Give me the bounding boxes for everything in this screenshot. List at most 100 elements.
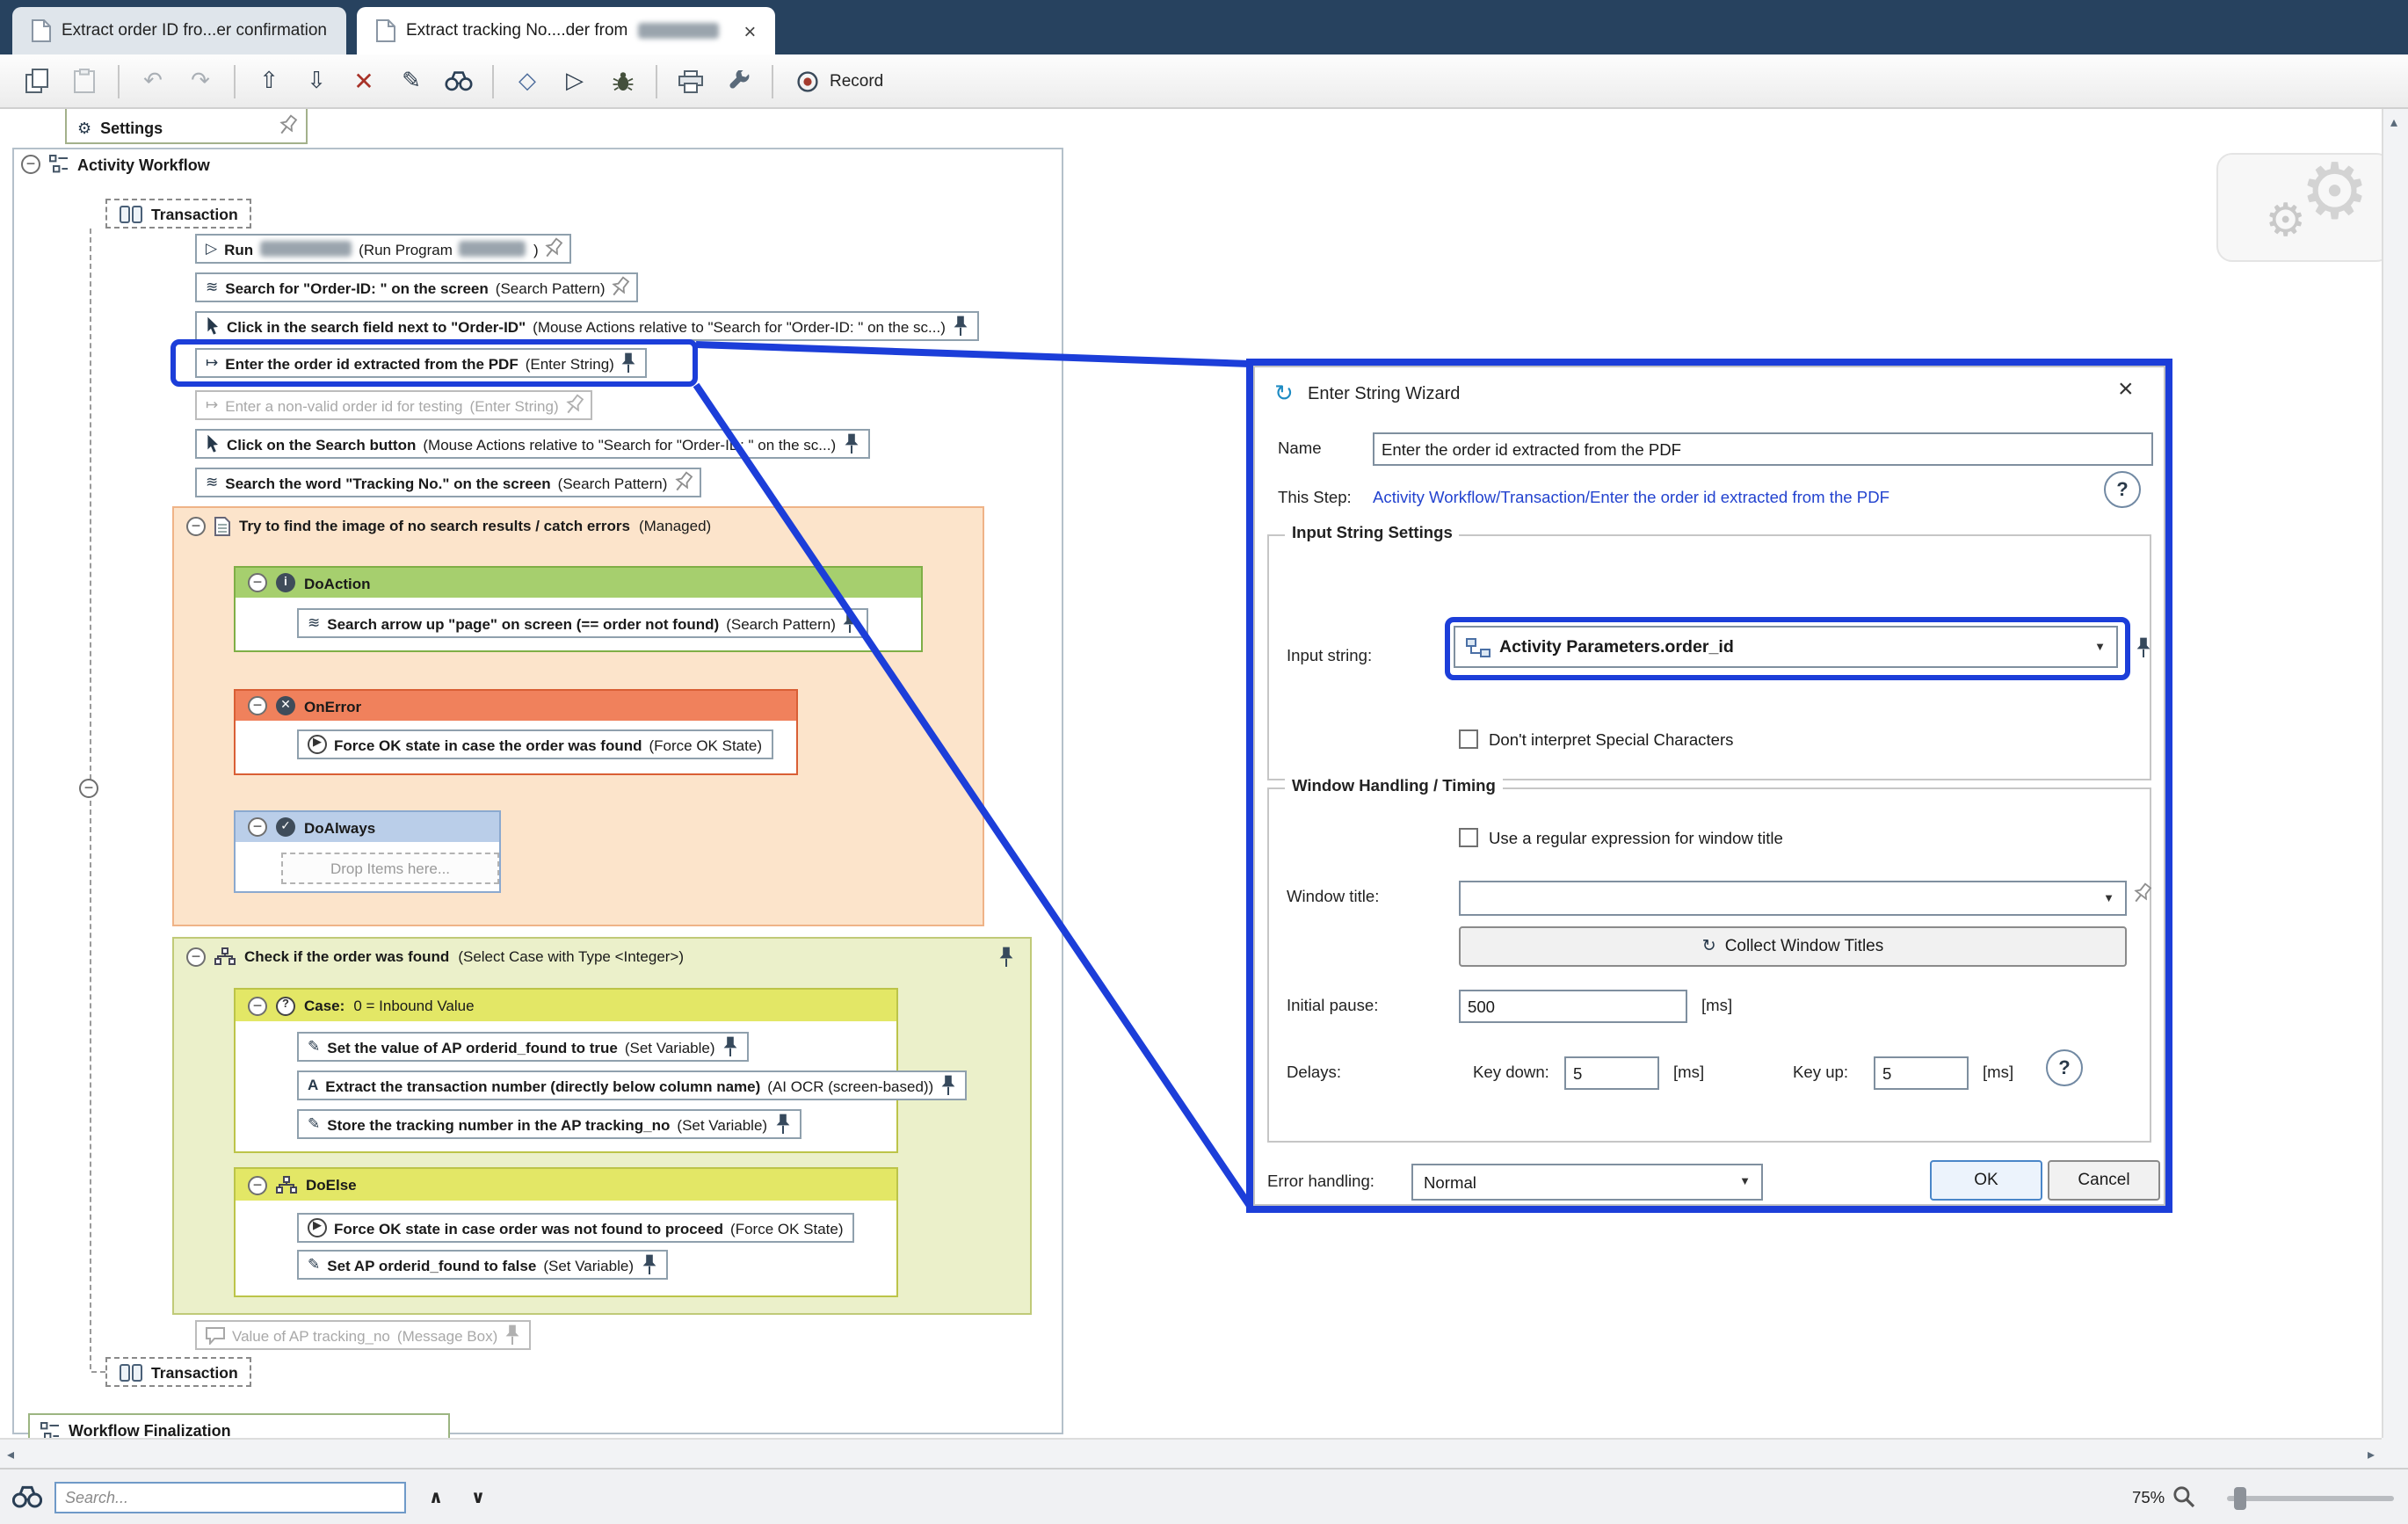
block-header[interactable]: − ? Case: 0 = Inbound Value [236, 990, 896, 1021]
tab-close-icon[interactable]: × [743, 20, 756, 41]
copy-icon[interactable] [16, 60, 58, 102]
collapse-icon[interactable]: − [248, 696, 267, 715]
step-enter-order-id[interactable]: ↦ Enter the order id extracted from the … [195, 348, 648, 378]
pin-icon[interactable] [606, 273, 633, 301]
block-header[interactable]: − i DoAction [236, 568, 921, 598]
step-click-search-button[interactable]: Click on the Search button (Mouse Action… [195, 429, 869, 459]
step-extract-transaction-number[interactable]: A Extract the transaction number (direct… [297, 1070, 967, 1100]
step-message-box[interactable]: Value of AP tracking_no (Message Box) [195, 1320, 531, 1350]
checkbox[interactable] [1459, 828, 1478, 847]
delete-icon[interactable]: ✕ [343, 60, 385, 102]
pin-icon[interactable] [2136, 636, 2151, 659]
pin-icon[interactable] [641, 1253, 656, 1276]
search-next-button[interactable]: ∨ [459, 1482, 497, 1513]
workflow-canvas[interactable]: ⚙ Settings − Activity Workflow − Transac… [0, 109, 2382, 1438]
block-header[interactable]: − Check if the order was found (Select C… [174, 939, 1030, 974]
tab-extract-tracking-no[interactable]: Extract tracking No....der from × [357, 7, 775, 54]
search-all-binoculars-icon[interactable] [12, 1485, 42, 1508]
step-click-search-field[interactable]: Click in the search field next to "Order… [195, 311, 979, 341]
step-set-orderid-found-true[interactable]: ✎ Set the value of AP orderid_found to t… [297, 1032, 749, 1062]
pin-icon[interactable] [843, 612, 859, 635]
workflow-finalization-node[interactable]: Workflow Finalization [28, 1413, 450, 1438]
pin-icon[interactable] [940, 1074, 956, 1097]
step-force-ok-found[interactable]: ▶ Force OK state in case the order was f… [297, 729, 772, 759]
pin-icon[interactable] [722, 1035, 738, 1058]
collapse-icon[interactable]: − [248, 573, 267, 592]
search-previous-button[interactable]: ∧ [417, 1482, 455, 1513]
pin-icon[interactable] [274, 112, 301, 140]
step-search-order-id[interactable]: ≋ Search for "Order-ID: " on the screen … [195, 272, 639, 302]
pin-icon[interactable] [843, 432, 859, 455]
name-input[interactable] [1373, 432, 2153, 466]
collapse-icon[interactable]: − [186, 947, 206, 966]
step-enter-non-valid[interactable]: ↦ Enter a non-valid order id for testing… [195, 390, 592, 420]
error-handling-dropdown[interactable]: Normal ▼ [1411, 1164, 1763, 1201]
pin-icon[interactable] [998, 946, 1014, 969]
block-header[interactable]: − ✕ OnError [236, 691, 796, 721]
step-force-ok-not-found[interactable]: ▶ Force OK state in case order was not f… [297, 1213, 854, 1243]
move-down-icon[interactable]: ⇩ [295, 60, 337, 102]
settings-node[interactable]: ⚙ Settings [65, 109, 308, 144]
pin-icon[interactable] [621, 352, 637, 374]
collapse-icon[interactable]: − [79, 779, 98, 798]
horizontal-scrollbar[interactable]: ◂ ▸ [0, 1438, 2382, 1468]
this-step-link[interactable]: Activity Workflow/Transaction/Enter the … [1373, 489, 1889, 506]
pin-icon[interactable] [669, 468, 695, 497]
wand-icon[interactable]: ✎ [390, 60, 432, 102]
step-run-program[interactable]: ▷ Run (Run Program ) [195, 234, 572, 264]
print-icon[interactable] [670, 60, 712, 102]
step-search-tracking[interactable]: ≋ Search the word "Tracking No." on the … [195, 468, 700, 497]
zoom-slider-track[interactable] [2227, 1496, 2394, 1501]
block-header[interactable]: − DoElse [236, 1169, 896, 1201]
run-icon[interactable]: ▷ [554, 60, 596, 102]
search-input[interactable] [54, 1482, 406, 1513]
record-button[interactable]: Record [786, 69, 894, 92]
collapse-icon[interactable]: − [186, 516, 206, 535]
cancel-button[interactable]: Cancel [2048, 1160, 2160, 1201]
collapse-icon[interactable]: − [248, 1175, 267, 1194]
undo-icon[interactable]: ↶ [132, 60, 174, 102]
step-set-orderid-found-false[interactable]: ✎ Set AP orderid_found to false (Set Var… [297, 1250, 667, 1280]
transaction-node-2[interactable]: Transaction [105, 1357, 252, 1387]
window-title-dropdown[interactable]: ▼ [1459, 881, 2127, 916]
checkbox[interactable] [1459, 729, 1478, 749]
collapse-icon[interactable]: − [21, 155, 40, 174]
paste-icon[interactable] [63, 60, 105, 102]
breakpoint-icon[interactable]: ◇ [506, 60, 548, 102]
input-string-dropdown[interactable]: Activity Parameters.order_id ▼ [1454, 626, 2118, 668]
step-store-tracking-number[interactable]: ✎ Store the tracking number in the AP tr… [297, 1109, 801, 1139]
step-search-arrow-up[interactable]: ≋ Search arrow up "page" on screen (== o… [297, 608, 869, 638]
transaction-node[interactable]: Transaction [105, 199, 252, 229]
scroll-up-icon[interactable]: ▴ [2390, 116, 2397, 130]
key-down-input[interactable] [1564, 1056, 1659, 1090]
help-button[interactable]: ? [2104, 471, 2141, 508]
collapse-icon[interactable]: − [248, 817, 267, 837]
scroll-right-icon[interactable]: ▸ [2368, 1448, 2375, 1462]
pin-icon[interactable] [561, 391, 587, 419]
key-up-input[interactable] [1874, 1056, 1969, 1090]
tab-extract-order-id[interactable]: Extract order ID fro...er confirmation [12, 7, 346, 54]
vertical-scrollbar[interactable]: ▴ ▾ [2382, 109, 2408, 1468]
dialog-close-icon[interactable]: × [2118, 376, 2134, 403]
drop-zone[interactable]: Drop Items here... [281, 853, 499, 884]
pin-icon[interactable] [504, 1324, 520, 1346]
initial-pause-input[interactable] [1459, 990, 1687, 1023]
scroll-left-icon[interactable]: ◂ [7, 1448, 14, 1462]
activity-workflow-node[interactable]: − Activity Workflow [21, 155, 210, 174]
zoom-slider-thumb[interactable] [2234, 1487, 2246, 1510]
collect-window-titles-button[interactable]: ↻ Collect Window Titles [1459, 926, 2127, 967]
help-button[interactable]: ? [2046, 1049, 2083, 1086]
ok-button[interactable]: OK [1930, 1160, 2042, 1201]
tools-wrench-icon[interactable] [717, 60, 759, 102]
special-chars-checkbox-row[interactable]: Don't interpret Special Characters [1459, 729, 1733, 749]
find-replace-icon[interactable] [438, 60, 480, 102]
debug-bug-icon[interactable] [601, 60, 643, 102]
block-header[interactable]: − Try to find the image of no search res… [174, 508, 983, 543]
collapse-icon[interactable]: − [248, 996, 267, 1015]
redo-icon[interactable]: ↷ [179, 60, 221, 102]
pin-icon[interactable] [953, 315, 968, 337]
pin-icon[interactable] [2129, 880, 2155, 908]
pin-icon[interactable] [774, 1113, 790, 1136]
regex-checkbox-row[interactable]: Use a regular expression for window titl… [1459, 828, 1783, 847]
move-up-icon[interactable]: ⇧ [248, 60, 290, 102]
